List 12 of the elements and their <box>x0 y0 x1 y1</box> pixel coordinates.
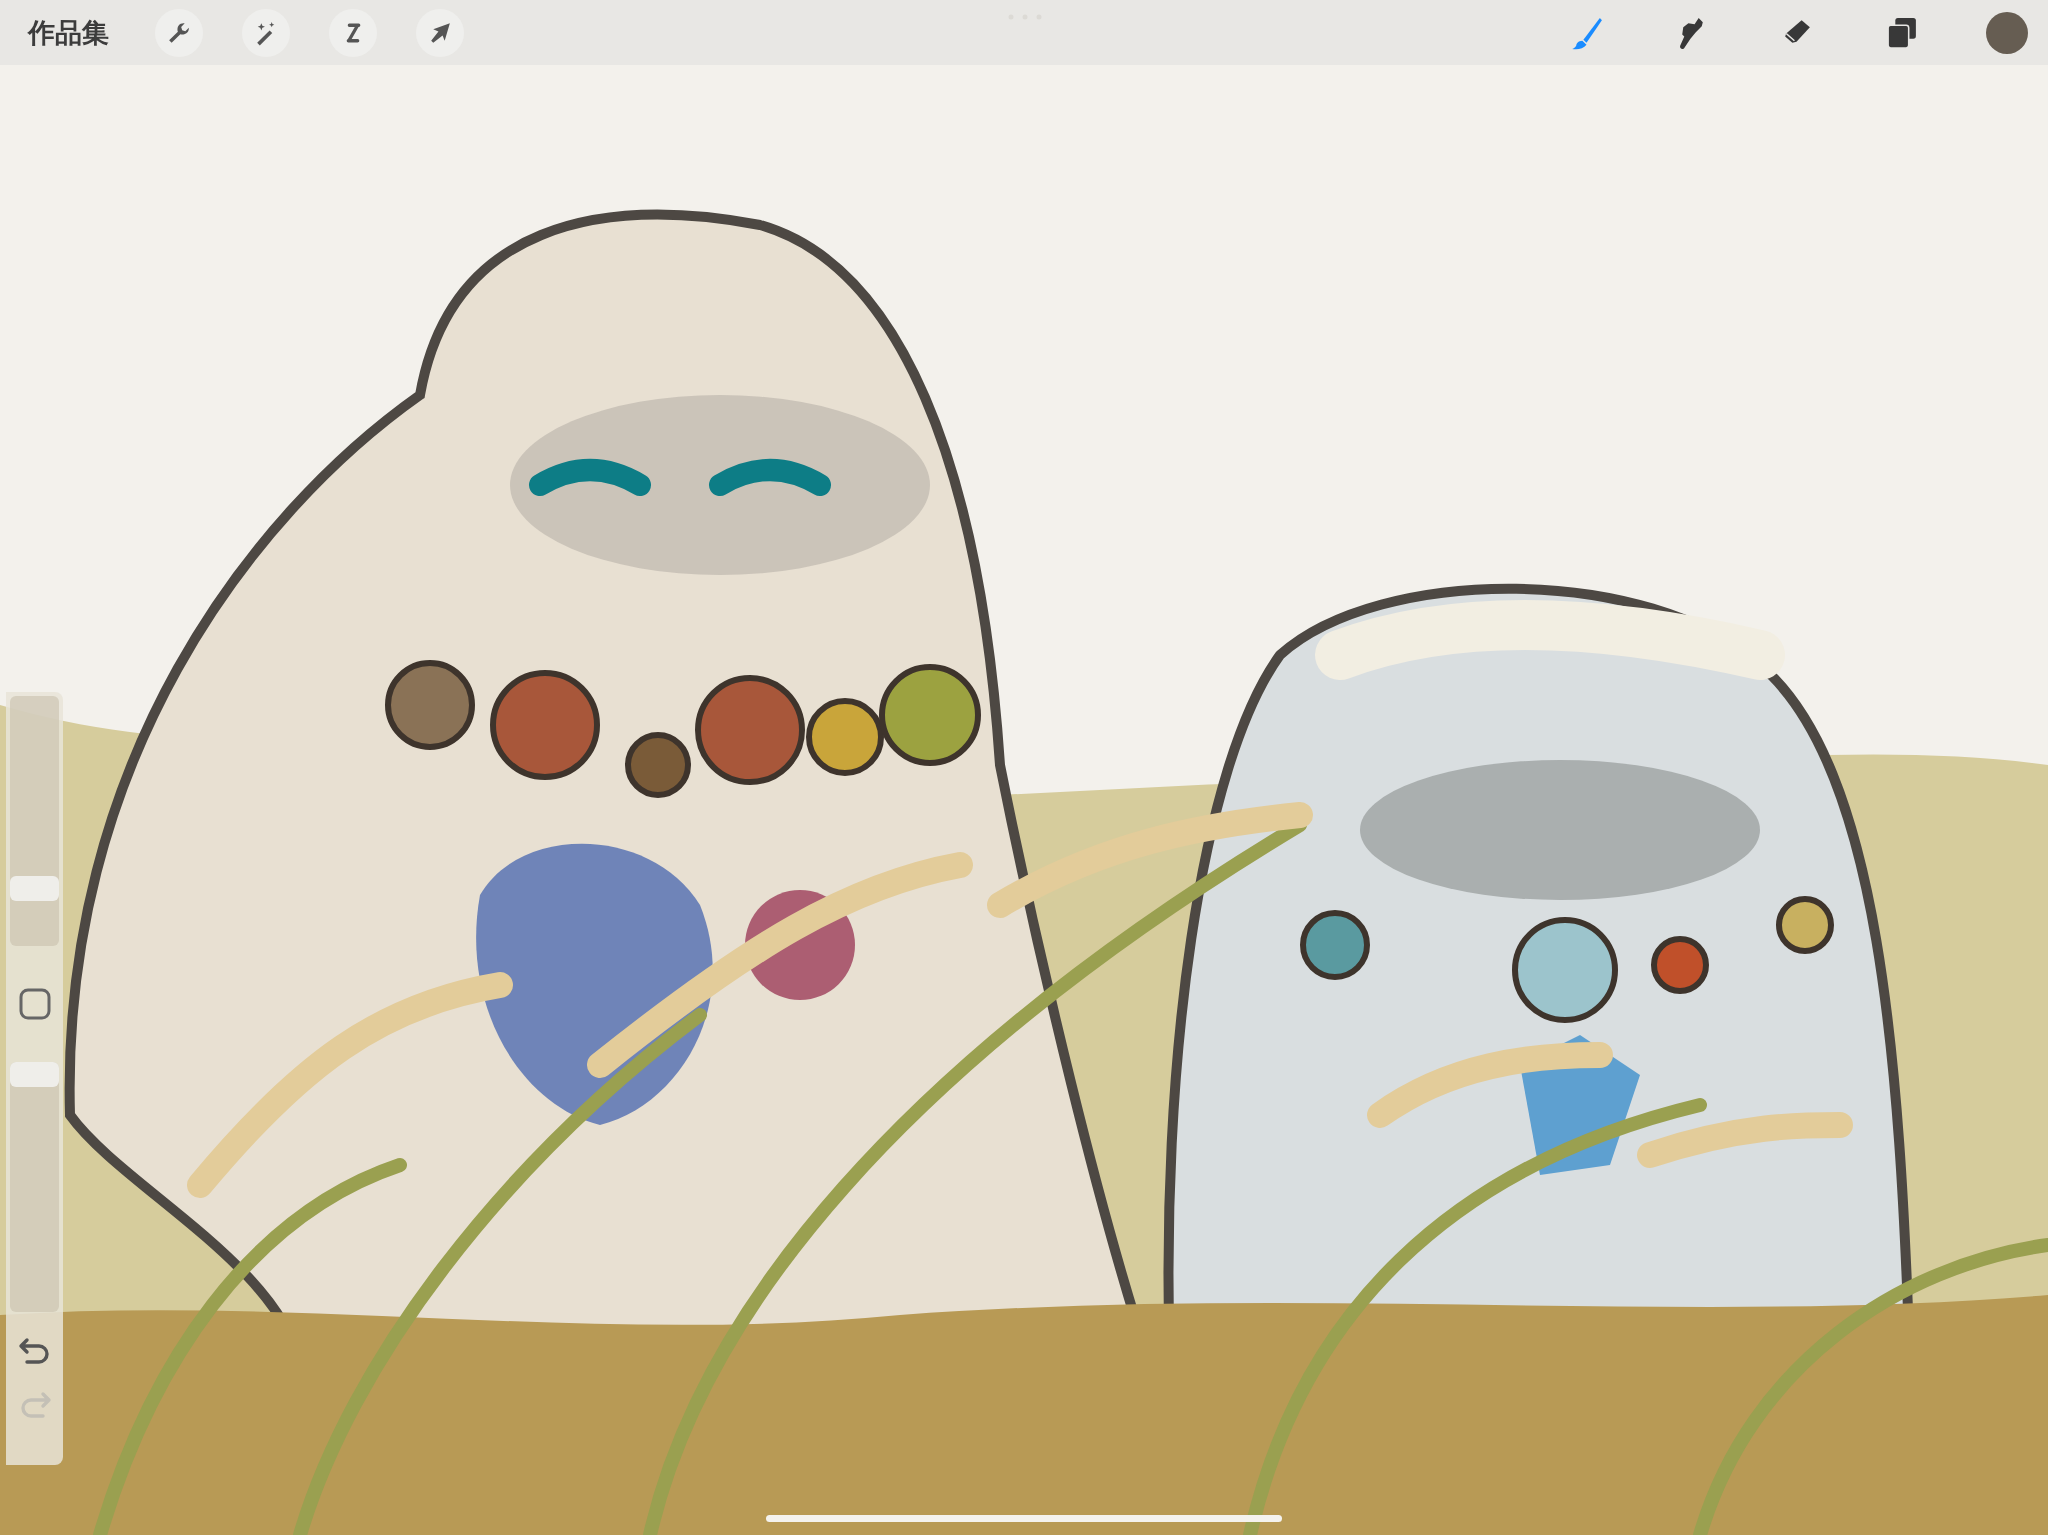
color-swatch[interactable] <box>1986 11 2028 54</box>
gallery-link[interactable]: 作品集 <box>22 10 115 55</box>
slider-track[interactable] <box>10 696 59 946</box>
selection-button[interactable] <box>329 8 377 57</box>
magic-button[interactable] <box>242 8 290 57</box>
wrench-button[interactable] <box>155 8 203 57</box>
slider-track[interactable] <box>10 1062 59 1312</box>
slider-thumb[interactable] <box>10 876 59 901</box>
square-icon <box>17 987 52 1021</box>
transform-button[interactable] <box>416 8 464 57</box>
modify-button[interactable] <box>17 987 52 1021</box>
slider-thumb[interactable] <box>10 1062 59 1087</box>
